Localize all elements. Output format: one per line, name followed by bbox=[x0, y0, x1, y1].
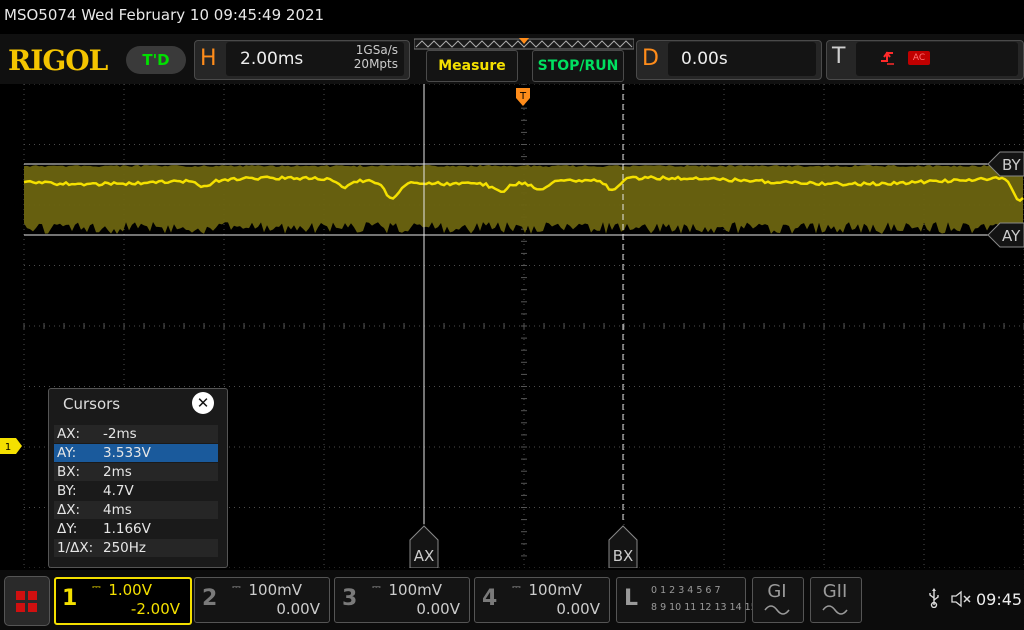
cursor-by-label: BY bbox=[1002, 156, 1021, 174]
cursor-row[interactable]: BX: 2ms bbox=[54, 463, 218, 481]
cursor-row[interactable]: ΔY: 1.166V bbox=[54, 520, 218, 538]
sample-rate: 1GSa/s bbox=[355, 43, 398, 57]
cursor-row-value: 4.7V bbox=[103, 483, 134, 499]
cursor-row[interactable]: AY: 3.533V bbox=[54, 444, 218, 462]
cursor-bx-label: BX bbox=[613, 547, 634, 565]
cursor-row-value: 3.533V bbox=[103, 445, 151, 461]
logic-channels-low: 0 1 2 3 4 5 6 7 bbox=[651, 585, 721, 596]
cursor-row-value: 2ms bbox=[103, 464, 132, 480]
cursor-ay-label: AY bbox=[1002, 227, 1021, 245]
channel-4-number: 4 bbox=[482, 586, 498, 611]
logic-channels-high: 8 9 10 11 12 13 14 15 bbox=[651, 602, 757, 613]
channel-3-scale: 100mV bbox=[388, 581, 442, 599]
stop-run-button[interactable]: STOP/RUN bbox=[532, 50, 624, 82]
channel-3-number: 3 bbox=[342, 586, 358, 611]
generator-2-label: GII bbox=[822, 581, 848, 602]
measure-button[interactable]: Measure bbox=[426, 50, 518, 82]
main-menu-button[interactable] bbox=[4, 576, 50, 626]
cursor-row-key: BX: bbox=[57, 464, 81, 480]
clock: 09:45 bbox=[976, 590, 1023, 609]
trigger-position-marker: T bbox=[516, 88, 530, 106]
svg-text:T: T bbox=[519, 91, 527, 102]
cursors-panel-title: Cursors bbox=[63, 395, 121, 413]
logic-label: L bbox=[624, 586, 639, 611]
channel-4-offset: 0.00V bbox=[556, 600, 600, 618]
sine-wave-icon bbox=[822, 605, 848, 615]
channel1-persistence-envelope bbox=[24, 165, 1023, 234]
horizontal-label: H bbox=[200, 46, 217, 71]
cursor-row-key: 1/ΔX: bbox=[57, 540, 94, 556]
window-title: MSO5074 Wed February 10 09:45:49 2021 bbox=[4, 6, 325, 24]
channel1-ground-marker: 1 bbox=[0, 438, 22, 454]
timebase-value: 2.00ms bbox=[240, 49, 304, 69]
cursor-row[interactable]: 1/ΔX: 250Hz bbox=[54, 539, 218, 557]
generator-1-label: GI bbox=[767, 581, 787, 602]
channel1-marker-label: 1 bbox=[5, 442, 11, 453]
delay-label: D bbox=[642, 46, 659, 71]
cursor-bx-tag: BX bbox=[608, 525, 638, 568]
trigger-position-bar[interactable] bbox=[414, 38, 634, 50]
channel-3-offset: 0.00V bbox=[416, 600, 460, 618]
memory-depth: 20Mpts bbox=[353, 57, 398, 71]
channel-1-scale: 1.00V bbox=[108, 581, 152, 599]
cursor-ay-tag: AY bbox=[987, 222, 1024, 248]
cursor-row-value: 1.166V bbox=[103, 521, 151, 537]
cursor-row[interactable]: BY: 4.7V bbox=[54, 482, 218, 500]
channel-2-offset: 0.00V bbox=[276, 600, 320, 618]
channel-1-number: 1 bbox=[62, 586, 78, 611]
cursor-row-key: ΔX: bbox=[57, 502, 81, 518]
cursor-row-key: AX: bbox=[57, 426, 81, 442]
cursor-row-key: ΔY: bbox=[57, 521, 78, 537]
cursor-row-key: AY: bbox=[57, 445, 77, 461]
trigger-source-badge: AC bbox=[908, 51, 930, 65]
channel-1-offset: -2.00V bbox=[130, 600, 180, 618]
cursor-row[interactable]: AX: -2ms bbox=[54, 425, 218, 443]
cursor-ax-label: AX bbox=[414, 547, 435, 565]
sine-wave-icon bbox=[764, 605, 790, 615]
trigger-edge-icon bbox=[881, 51, 894, 65]
close-icon[interactable]: ✕ bbox=[192, 392, 214, 414]
usb-icon bbox=[929, 588, 939, 608]
cursor-row-value: -2ms bbox=[103, 426, 137, 442]
cursor-row-value: 250Hz bbox=[103, 540, 147, 556]
channel-2-number: 2 bbox=[202, 586, 218, 611]
cursor-row[interactable]: ΔX: 4ms bbox=[54, 501, 218, 519]
cursor-ax-tag: AX bbox=[409, 525, 439, 568]
cursor-row-key: BY: bbox=[57, 483, 77, 499]
channel-2-scale: 100mV bbox=[248, 581, 302, 599]
cursor-row-value: 4ms bbox=[103, 502, 132, 518]
grid-menu-icon bbox=[16, 591, 37, 612]
channel-4-scale: 100mV bbox=[528, 581, 582, 599]
speaker-muted-icon[interactable] bbox=[950, 590, 972, 608]
trigger-label: T bbox=[832, 44, 846, 69]
acquisition-status[interactable]: T'D bbox=[126, 46, 186, 74]
brand-logo: RIGOL bbox=[8, 44, 108, 77]
delay-value: 0.00s bbox=[681, 49, 728, 69]
